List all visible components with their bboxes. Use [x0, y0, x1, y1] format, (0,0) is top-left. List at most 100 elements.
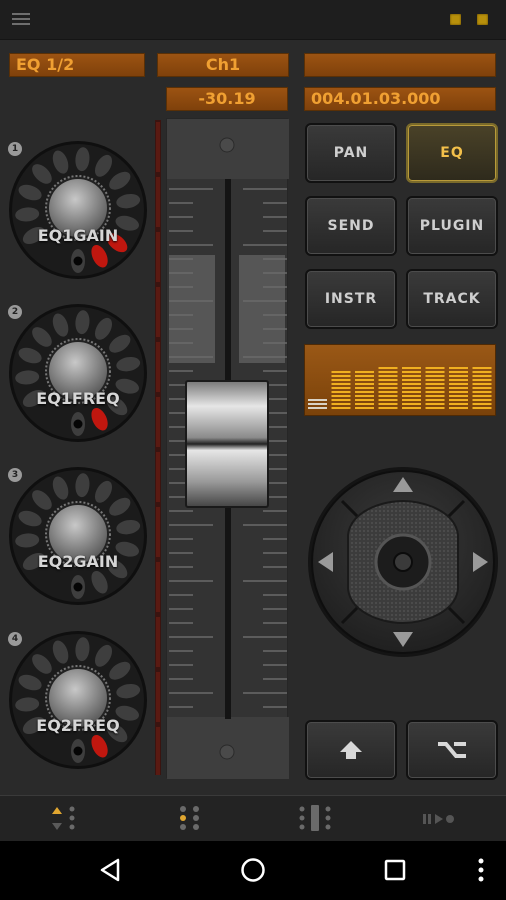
spectrum-bar-segment — [331, 387, 351, 389]
pan-button[interactable]: PAN — [305, 123, 397, 183]
menu-icon[interactable] — [12, 13, 30, 27]
spectrum-bar-segment — [331, 383, 351, 385]
spectrum-bar-segment — [402, 383, 421, 385]
spectrum-bar-segment — [402, 407, 421, 409]
spectrum-bar-segment — [472, 367, 492, 369]
spectrum-bar-segment — [355, 407, 374, 409]
knob-label: EQ1GAIN — [37, 226, 119, 245]
spectrum-bar-segment — [402, 391, 421, 393]
knob-eq1freq[interactable]: EQ1FREQ — [8, 303, 148, 443]
spectrum-bar-segment — [378, 387, 398, 389]
knob-dial — [9, 631, 147, 769]
shift-button[interactable] — [305, 720, 397, 780]
spectrum-bar-segment — [425, 375, 445, 377]
spectrum-bar-segment — [331, 407, 351, 409]
spectrum-bar-segment — [449, 379, 468, 381]
spectrum-bar-segment — [331, 403, 351, 405]
spectrum-bar-segment — [378, 399, 398, 401]
spectrum-bar-segment — [331, 379, 351, 381]
option-button[interactable] — [406, 720, 498, 780]
plugin-button[interactable]: PLUGIN — [406, 196, 498, 256]
level-meter — [155, 120, 161, 777]
circle-home-icon[interactable] — [238, 855, 268, 885]
spectrum-bar-segment — [472, 395, 492, 397]
spectrum-bar-segment — [425, 387, 445, 389]
send-button[interactable]: SEND — [305, 196, 397, 256]
spectrum-bar-segment — [425, 383, 445, 385]
spectrum-bar-segment — [378, 371, 398, 373]
spectrum-bar-segment — [449, 407, 468, 409]
up-down-arrows-icon — [52, 806, 75, 830]
navigation-pad[interactable] — [306, 465, 500, 659]
option-key-icon — [438, 742, 466, 758]
knob-label: EQ2GAIN — [37, 552, 119, 571]
spectrum-bar-segment — [355, 387, 374, 389]
shift-arrow-icon — [340, 741, 362, 759]
bottom-tab-bar — [0, 795, 506, 841]
spectrum-bar-segment — [425, 407, 445, 409]
knob-eq2freq[interactable]: EQ2FREQ — [8, 630, 148, 770]
knob-eq2gain[interactable]: EQ2GAIN — [8, 466, 148, 606]
spectrum-bar-segment — [472, 403, 492, 405]
top-bar — [0, 0, 506, 40]
spectrum-bar-segment — [472, 391, 492, 393]
spectrum-bar-segment — [472, 407, 492, 409]
spectrum-bar-segment — [425, 399, 445, 401]
track-name-display — [304, 53, 496, 77]
spectrum-bar-segment — [449, 387, 468, 389]
knob-label: EQ1FREQ — [36, 389, 120, 408]
spectrum-bar-segment — [402, 403, 421, 405]
square-recents-icon[interactable] — [380, 855, 410, 885]
fader-graphic — [167, 119, 289, 779]
tab-transport[interactable] — [378, 796, 504, 842]
system-nav-bar — [0, 841, 506, 900]
spectrum-bar-segment — [402, 367, 421, 369]
spectrum-bar-segment — [425, 395, 445, 397]
triangle-back-icon[interactable] — [96, 855, 126, 885]
volume-fader[interactable] — [166, 118, 289, 779]
spectrum-bar-segment — [378, 407, 398, 409]
spectrum-bar-segment — [378, 395, 398, 397]
spectrum-bar-segment — [449, 383, 468, 385]
spectrum-bar-segment — [378, 383, 398, 385]
instr-button[interactable]: INSTR — [305, 269, 397, 329]
spectrum-bar-segment — [402, 387, 421, 389]
channel-display: Ch1 — [157, 53, 289, 77]
spectrum-bar-segment — [402, 399, 421, 401]
track-button[interactable]: TRACK — [406, 269, 498, 329]
spectrum-bar-segment — [425, 391, 445, 393]
fader-cap — [185, 380, 269, 508]
mixer-icon — [299, 805, 331, 831]
spectrum-bar-segment — [402, 395, 421, 397]
spectrum-bar-segment — [355, 395, 374, 397]
spectrum-bar-segment — [355, 403, 374, 405]
spectrum-bar-segment — [308, 399, 327, 401]
knob-dial — [9, 467, 147, 605]
spectrum-bar-segment — [355, 391, 374, 393]
spectrum-bars — [308, 367, 492, 409]
spectrum-bar-segment — [331, 375, 351, 377]
transport-icon — [423, 814, 454, 824]
spectrum-bar-segment — [402, 371, 421, 373]
spectrum-bar-segment — [425, 371, 445, 373]
knob-dial — [9, 141, 147, 279]
knob-eq1gain[interactable]: EQ1GAIN — [8, 140, 148, 280]
spectrum-bar-segment — [472, 371, 492, 373]
status-led-2 — [477, 14, 488, 25]
status-led-1 — [450, 14, 461, 25]
tab-mixer[interactable] — [252, 796, 378, 842]
spectrum-bar-segment — [449, 395, 468, 397]
overflow-menu-icon[interactable] — [466, 855, 496, 885]
spectrum-bar-segment — [472, 387, 492, 389]
spectrum-bar-segment — [331, 399, 351, 401]
knob-dial — [9, 304, 147, 442]
spectrum-bar-segment — [308, 403, 327, 405]
tab-knob-bank[interactable] — [126, 796, 252, 842]
spectrum-bar-segment — [472, 399, 492, 401]
spectrum-bar-segment — [472, 383, 492, 385]
tab-channel-select[interactable] — [0, 796, 126, 842]
spectrum-bar-segment — [331, 391, 351, 393]
spectrum-bar-segment — [449, 403, 468, 405]
spectrum-bar-segment — [378, 367, 398, 369]
eq-button[interactable]: EQ — [406, 123, 498, 183]
